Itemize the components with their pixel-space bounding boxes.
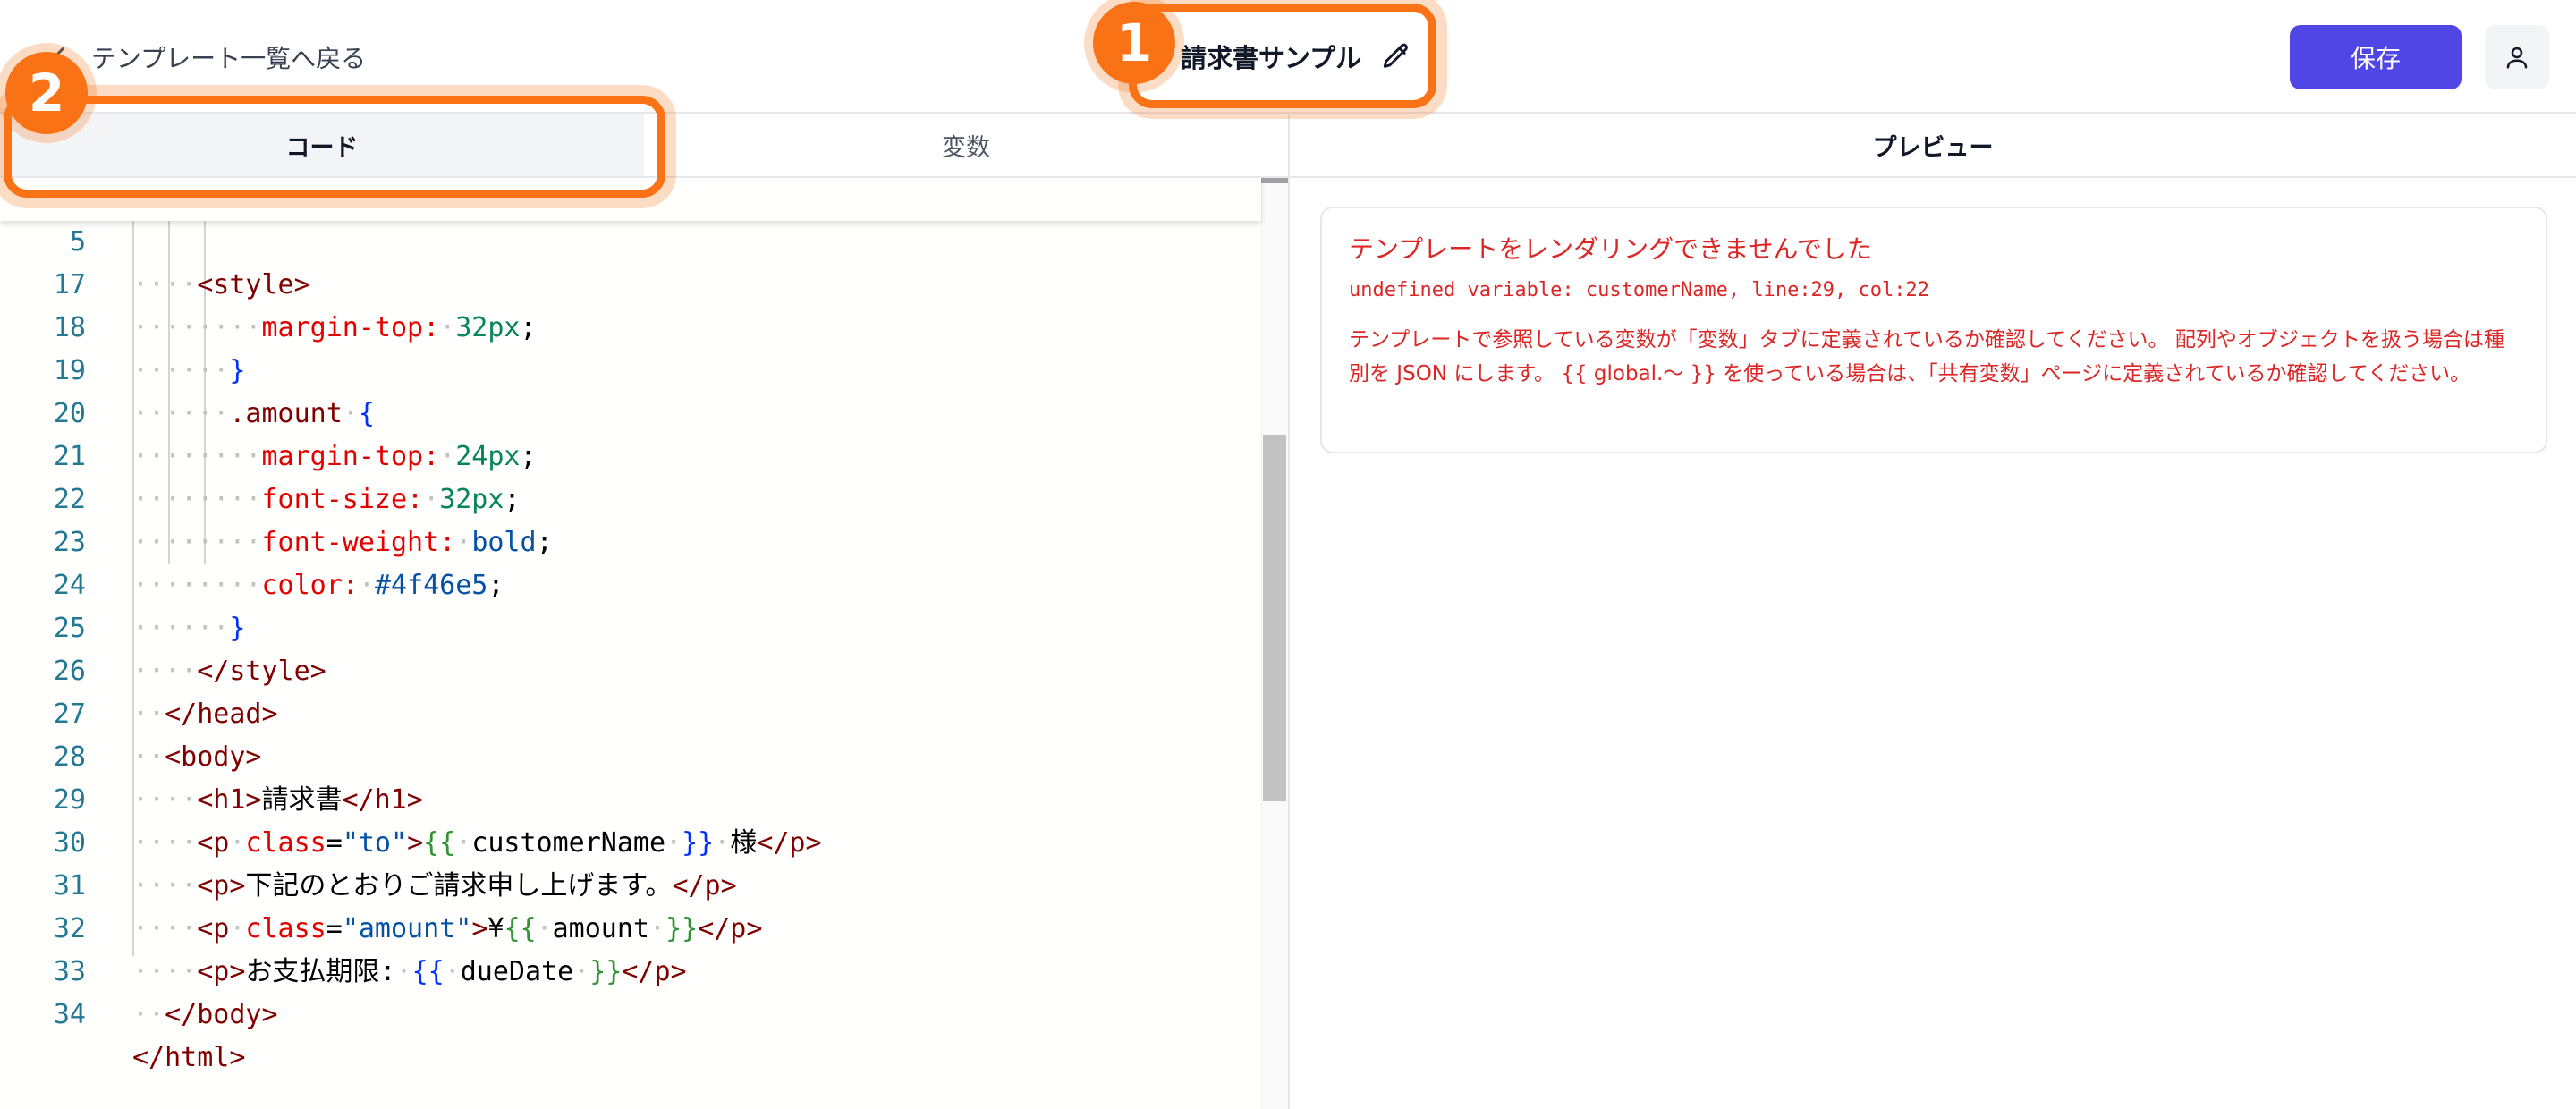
back-link[interactable]: テンプレート一覧へ戻る xyxy=(47,38,366,77)
code-line[interactable]: 17 ········margin-top:·32px; xyxy=(0,221,1261,343)
top-bar: テンプレート一覧へ戻る 請求書サンプル 保存 xyxy=(0,0,2576,114)
error-detail: undefined variable: customerName, line:2… xyxy=(1349,279,1930,301)
code-text: ····<style> xyxy=(132,269,310,301)
user-menu-button[interactable] xyxy=(2485,25,2549,89)
template-title-text: 請求書サンプル xyxy=(1181,43,1362,73)
callout-badge-2: 2 xyxy=(5,52,88,134)
template-title[interactable]: 請求書サンプル xyxy=(1181,36,1411,77)
callout-badge-1: 1 xyxy=(1093,2,1175,84)
line-number: 34 xyxy=(53,999,86,1030)
code-line[interactable]: 21 ········font-size:·32px; xyxy=(0,393,1261,515)
sticky-scroll-line: 5 ····<style> xyxy=(0,178,1261,301)
code-line[interactable]: 23 ········color:·#4f46e5; xyxy=(0,478,1261,601)
code-line[interactable]: 32 ····<p>お支払期限:·{{·dueDate·}}</p> xyxy=(0,865,1261,987)
back-link-label: テンプレート一覧へ戻る xyxy=(91,44,367,73)
code-line[interactable]: 27 ··<body> xyxy=(0,650,1261,773)
code-text: </html> xyxy=(132,1042,246,1073)
code-line[interactable]: 33 ··</body> xyxy=(0,908,1261,1030)
code-line[interactable]: 24 ······} xyxy=(0,521,1261,644)
preview-heading: プレビュー xyxy=(1288,114,2576,178)
error-help-text: テンプレートで参照している変数が「変数」タブに定義されているか確認してください。… xyxy=(1349,328,2504,385)
code-line[interactable]: 28 ····<h1>請求書</h1> xyxy=(0,693,1261,816)
code-line[interactable]: 31 ····<p·class="amount">¥{{·amount·}}</… xyxy=(0,822,1261,944)
editor-scrollbar-thumb[interactable] xyxy=(1263,435,1286,801)
render-error-box: テンプレートをレンダリングできませんでした undefined variable… xyxy=(1320,207,2547,453)
code-editor[interactable]: 5 ····<style> 17 ········margin-top:·32p… xyxy=(0,178,1288,1109)
tab-code[interactable]: コード xyxy=(0,114,644,176)
user-icon xyxy=(2506,47,2528,69)
code-line[interactable]: 20 ········margin-top:·24px; xyxy=(0,350,1261,472)
code-line[interactable]: 30 ····<p>下記のとおりご請求申し上げます。</p> xyxy=(0,779,1261,902)
code-line[interactable]: 19 ······.amount·{ xyxy=(0,307,1261,429)
error-title: テンプレートをレンダリングできませんでした xyxy=(1349,234,1872,264)
code-line[interactable]: 25 ····</style> xyxy=(0,564,1261,687)
code-text: ··</body> xyxy=(132,999,278,1030)
code-line[interactable]: 29 ····<p·class="to">{{·customerName·}}·… xyxy=(0,736,1261,859)
line-number: 5 xyxy=(69,226,86,258)
preview-pane: テンプレートをレンダリングできませんでした undefined variable… xyxy=(1288,178,2576,1109)
tab-variables[interactable]: 変数 xyxy=(644,114,1288,176)
code-line[interactable]: 26 ··</head> xyxy=(0,607,1261,730)
pencil-icon[interactable] xyxy=(1381,41,1411,72)
editor-tabs: コード 変数 xyxy=(0,114,1288,178)
code-line[interactable]: 34 </html> xyxy=(0,951,1261,1073)
scrollbar-position-marker xyxy=(1261,178,1288,183)
save-button[interactable]: 保存 xyxy=(2290,25,2462,89)
code-line[interactable]: 22 ········font-weight:·bold; xyxy=(0,436,1261,558)
